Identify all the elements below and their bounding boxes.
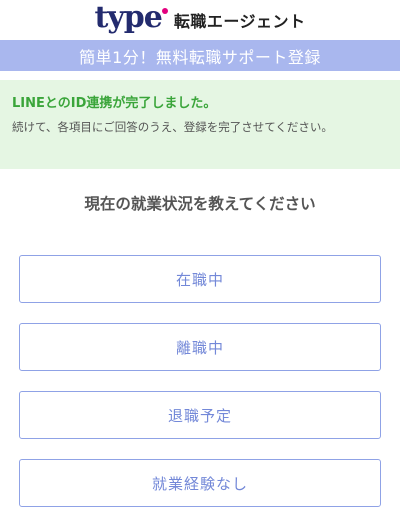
employment-status-options: 在職中 離職中 退職予定 就業経験なし [0, 255, 400, 507]
site-header: type 転職エージェント [0, 0, 400, 40]
logo-subtitle: 転職エージェント [173, 12, 306, 31]
line-link-success-message: LINEとのID連携が完了しました。 続けて、各項目にご回答のうえ、登録を完了さ… [0, 80, 400, 169]
logo-dot-icon [161, 8, 168, 14]
type-logo[interactable]: type [94, 3, 162, 33]
option-planning-to-resign-button[interactable]: 退職予定 [19, 391, 381, 439]
option-no-work-experience-button[interactable]: 就業経験なし [19, 459, 381, 507]
success-body: 続けて、各項目にご回答のうえ、登録を完了させてください。 [12, 120, 333, 134]
banner-text: 簡単1分！無料転職サポート登録 [79, 47, 321, 67]
option-unemployed-button[interactable]: 離職中 [19, 323, 381, 371]
option-employed-button[interactable]: 在職中 [19, 255, 381, 303]
signup-banner: 簡単1分！無料転職サポート登録 [0, 40, 400, 71]
success-title: LINEとのID連携が完了しました。 [12, 96, 217, 111]
question-title: 現在の就業状況を教えてください [84, 195, 316, 213]
